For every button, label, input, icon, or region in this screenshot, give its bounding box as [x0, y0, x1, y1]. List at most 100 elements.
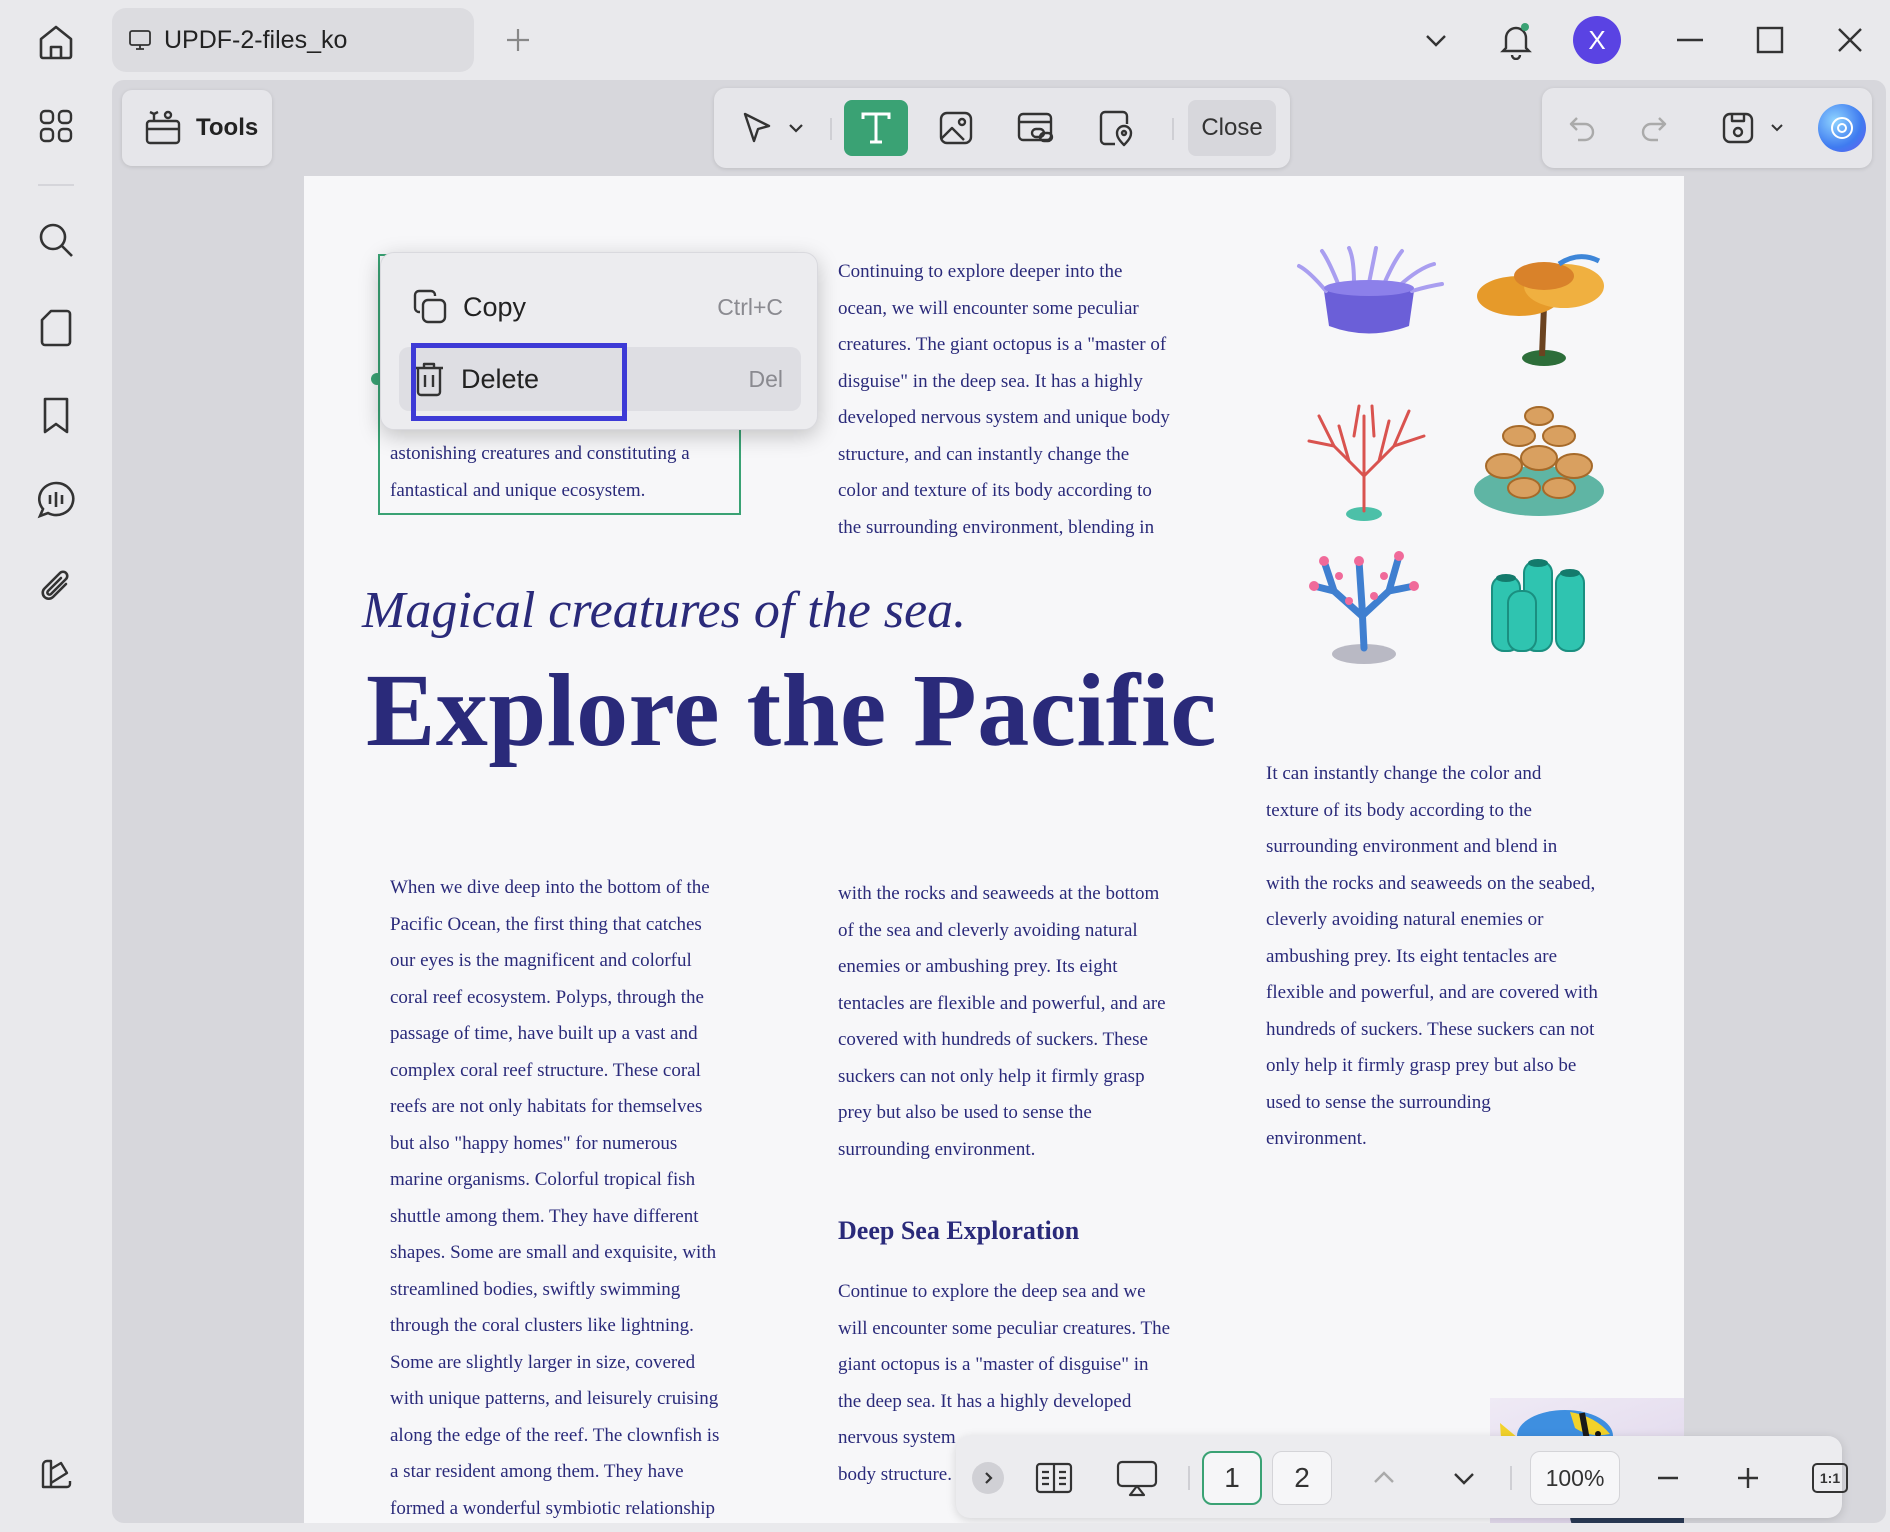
text-line: enemies or ambushing prey. Its eight	[838, 956, 1118, 977]
text-line: environment.	[1266, 1128, 1367, 1149]
section-heading-deep-sea[interactable]: Deep Sea Exploration	[838, 1216, 1079, 1246]
tools-label: Tools	[196, 114, 259, 141]
text-line: covered with hundreds of suckers. These	[838, 1029, 1148, 1050]
tools-button[interactable]: Tools	[122, 90, 272, 166]
sidebar-item-thumbnails[interactable]	[28, 98, 84, 154]
red-coral-image	[1307, 404, 1426, 521]
edit-link-button[interactable]	[1004, 100, 1068, 156]
text-line: cleverly avoiding natural enemies or	[1266, 909, 1544, 930]
sidebar-item-theme[interactable]	[28, 1446, 84, 1502]
add-tab-button[interactable]	[498, 20, 538, 60]
text-icon	[861, 112, 891, 144]
text-line: It can instantly change the color and	[1266, 763, 1542, 784]
bookmark-icon	[43, 397, 69, 434]
sidebar-item-bookmarks[interactable]	[28, 388, 84, 444]
save-button[interactable]	[1712, 102, 1792, 154]
main-area: Tools Close astonishing creatures and co…	[112, 80, 1886, 1523]
toolbar-separator	[1172, 118, 1174, 140]
edit-location-button[interactable]	[1084, 100, 1148, 156]
page-button-1[interactable]: 1	[1202, 1451, 1262, 1505]
page-layout-button[interactable]	[1024, 1451, 1084, 1505]
zoom-level-field[interactable]: 100%	[1530, 1451, 1620, 1505]
text-line: with the rocks and seaweeds at the botto…	[838, 883, 1160, 904]
home-button[interactable]	[30, 18, 82, 66]
text-line: prey but also be used to sense the	[838, 1102, 1092, 1123]
minus-icon	[1658, 1476, 1678, 1480]
undo-button[interactable]	[1556, 102, 1608, 154]
text-line: along the edge of the reef. The clownfis…	[390, 1424, 720, 1446]
text-line: used to sense the surrounding	[1266, 1091, 1491, 1113]
close-icon	[1838, 28, 1862, 52]
delete-highlight-annotation	[411, 343, 627, 421]
presentation-button[interactable]	[1102, 1451, 1172, 1505]
text-line: marine organisms. Colorful tropical fish	[390, 1169, 696, 1190]
text-line: will encounter some peculiar creatures. …	[838, 1317, 1171, 1339]
subtitle-heading[interactable]: Magical creatures of the sea.	[362, 581, 966, 640]
plus-icon	[507, 29, 529, 51]
plus-icon	[1738, 1468, 1758, 1488]
edit-image-button[interactable]	[924, 100, 988, 156]
text-line: a star resident among them. They have	[390, 1461, 684, 1482]
history-toolbar	[1542, 88, 1872, 168]
menu-item-shortcut: Ctrl+C	[717, 293, 783, 320]
actual-size-label: 1:1	[1812, 1463, 1848, 1493]
pink-coral-image	[1309, 551, 1419, 664]
menu-item-copy[interactable]: Copy Ctrl+C	[399, 275, 801, 339]
text-line: flexible and powerful, and are covered w…	[1266, 982, 1598, 1003]
zoom-out-button[interactable]	[1640, 1451, 1696, 1505]
close-edit-button[interactable]: Close	[1188, 100, 1276, 156]
text-line: formed a wonderful symbiotic relationshi…	[390, 1497, 716, 1519]
text-block-col1[interactable]: When we dive deep into the bottom of the…	[390, 870, 760, 1523]
text-line: giant octopus is a "master of disguise" …	[838, 1354, 1149, 1375]
text-block-col2-mid[interactable]: with the rocks and seaweeds at the botto…	[838, 876, 1208, 1168]
sidebar-item-comments[interactable]	[28, 472, 84, 528]
page-icon	[40, 309, 72, 347]
text-line: with unique patterns, and leisurely crui…	[390, 1388, 719, 1409]
account-button[interactable]: X	[1570, 14, 1624, 66]
text-line: shapes. Some are small and exquisite, wi…	[390, 1242, 717, 1263]
select-tool-button[interactable]	[728, 100, 816, 156]
text-line: surrounding environment.	[838, 1138, 1036, 1160]
ai-assistant-button[interactable]	[1818, 104, 1866, 152]
notifications-button[interactable]	[1490, 14, 1542, 66]
zoom-in-button[interactable]	[1720, 1451, 1776, 1505]
cup-coral-image	[1474, 406, 1604, 516]
sea-anemone-image	[1297, 246, 1444, 334]
tabs-dropdown-button[interactable]	[1410, 14, 1462, 66]
close-window-button[interactable]	[1824, 14, 1876, 66]
nav-separator	[1188, 1466, 1190, 1490]
left-sidebar	[8, 80, 104, 1522]
sidebar-item-search[interactable]	[28, 212, 84, 268]
document-tab[interactable]: UPDF-2-files_ko	[112, 8, 474, 72]
text-line: of the sea and cleverly avoiding natural	[838, 919, 1138, 941]
copy-icon	[413, 289, 447, 324]
redo-button[interactable]	[1628, 102, 1680, 154]
main-heading[interactable]: Explore the Pacific	[366, 651, 1217, 770]
redo-icon	[1641, 117, 1667, 142]
toolbox-icon	[145, 110, 181, 145]
text-line: our eyes is the magnificent and colorful	[390, 950, 692, 971]
text-line: astonishing creatures and constituting a	[390, 443, 690, 464]
text-block-col2-top[interactable]: Continuing to explore deeper into the oc…	[838, 254, 1208, 546]
text-line: ambushing prey. Its eight tentacles are	[1266, 945, 1558, 967]
next-page-button[interactable]	[1436, 1451, 1492, 1505]
coral-illustrations[interactable]	[1294, 246, 1614, 666]
sidebar-item-pages[interactable]	[28, 300, 84, 356]
tab-title: UPDF-2-files_ko	[164, 25, 348, 54]
comment-icon	[37, 481, 75, 519]
text-line: hundreds of suckers. These suckers can n…	[1266, 1018, 1595, 1040]
link-icon	[1017, 112, 1054, 143]
selected-text-block[interactable]: astonishing creatures and constituting a…	[390, 436, 735, 509]
text-block-col3[interactable]: It can instantly change the color and te…	[1266, 756, 1636, 1158]
text-line: shuttle among them. They have different	[390, 1205, 699, 1227]
grid-icon	[39, 109, 73, 143]
page-button-2[interactable]: 2	[1272, 1451, 1332, 1505]
actual-size-button[interactable]: 1:1	[1802, 1451, 1858, 1505]
minimize-button[interactable]	[1664, 14, 1716, 66]
maximize-button[interactable]	[1744, 14, 1796, 66]
edit-text-button[interactable]	[844, 100, 908, 156]
previous-page-button[interactable]	[1356, 1451, 1412, 1505]
expand-bar-button[interactable]	[972, 1462, 1004, 1494]
cursor-icon	[743, 112, 771, 143]
sidebar-item-attachments[interactable]	[28, 558, 84, 614]
